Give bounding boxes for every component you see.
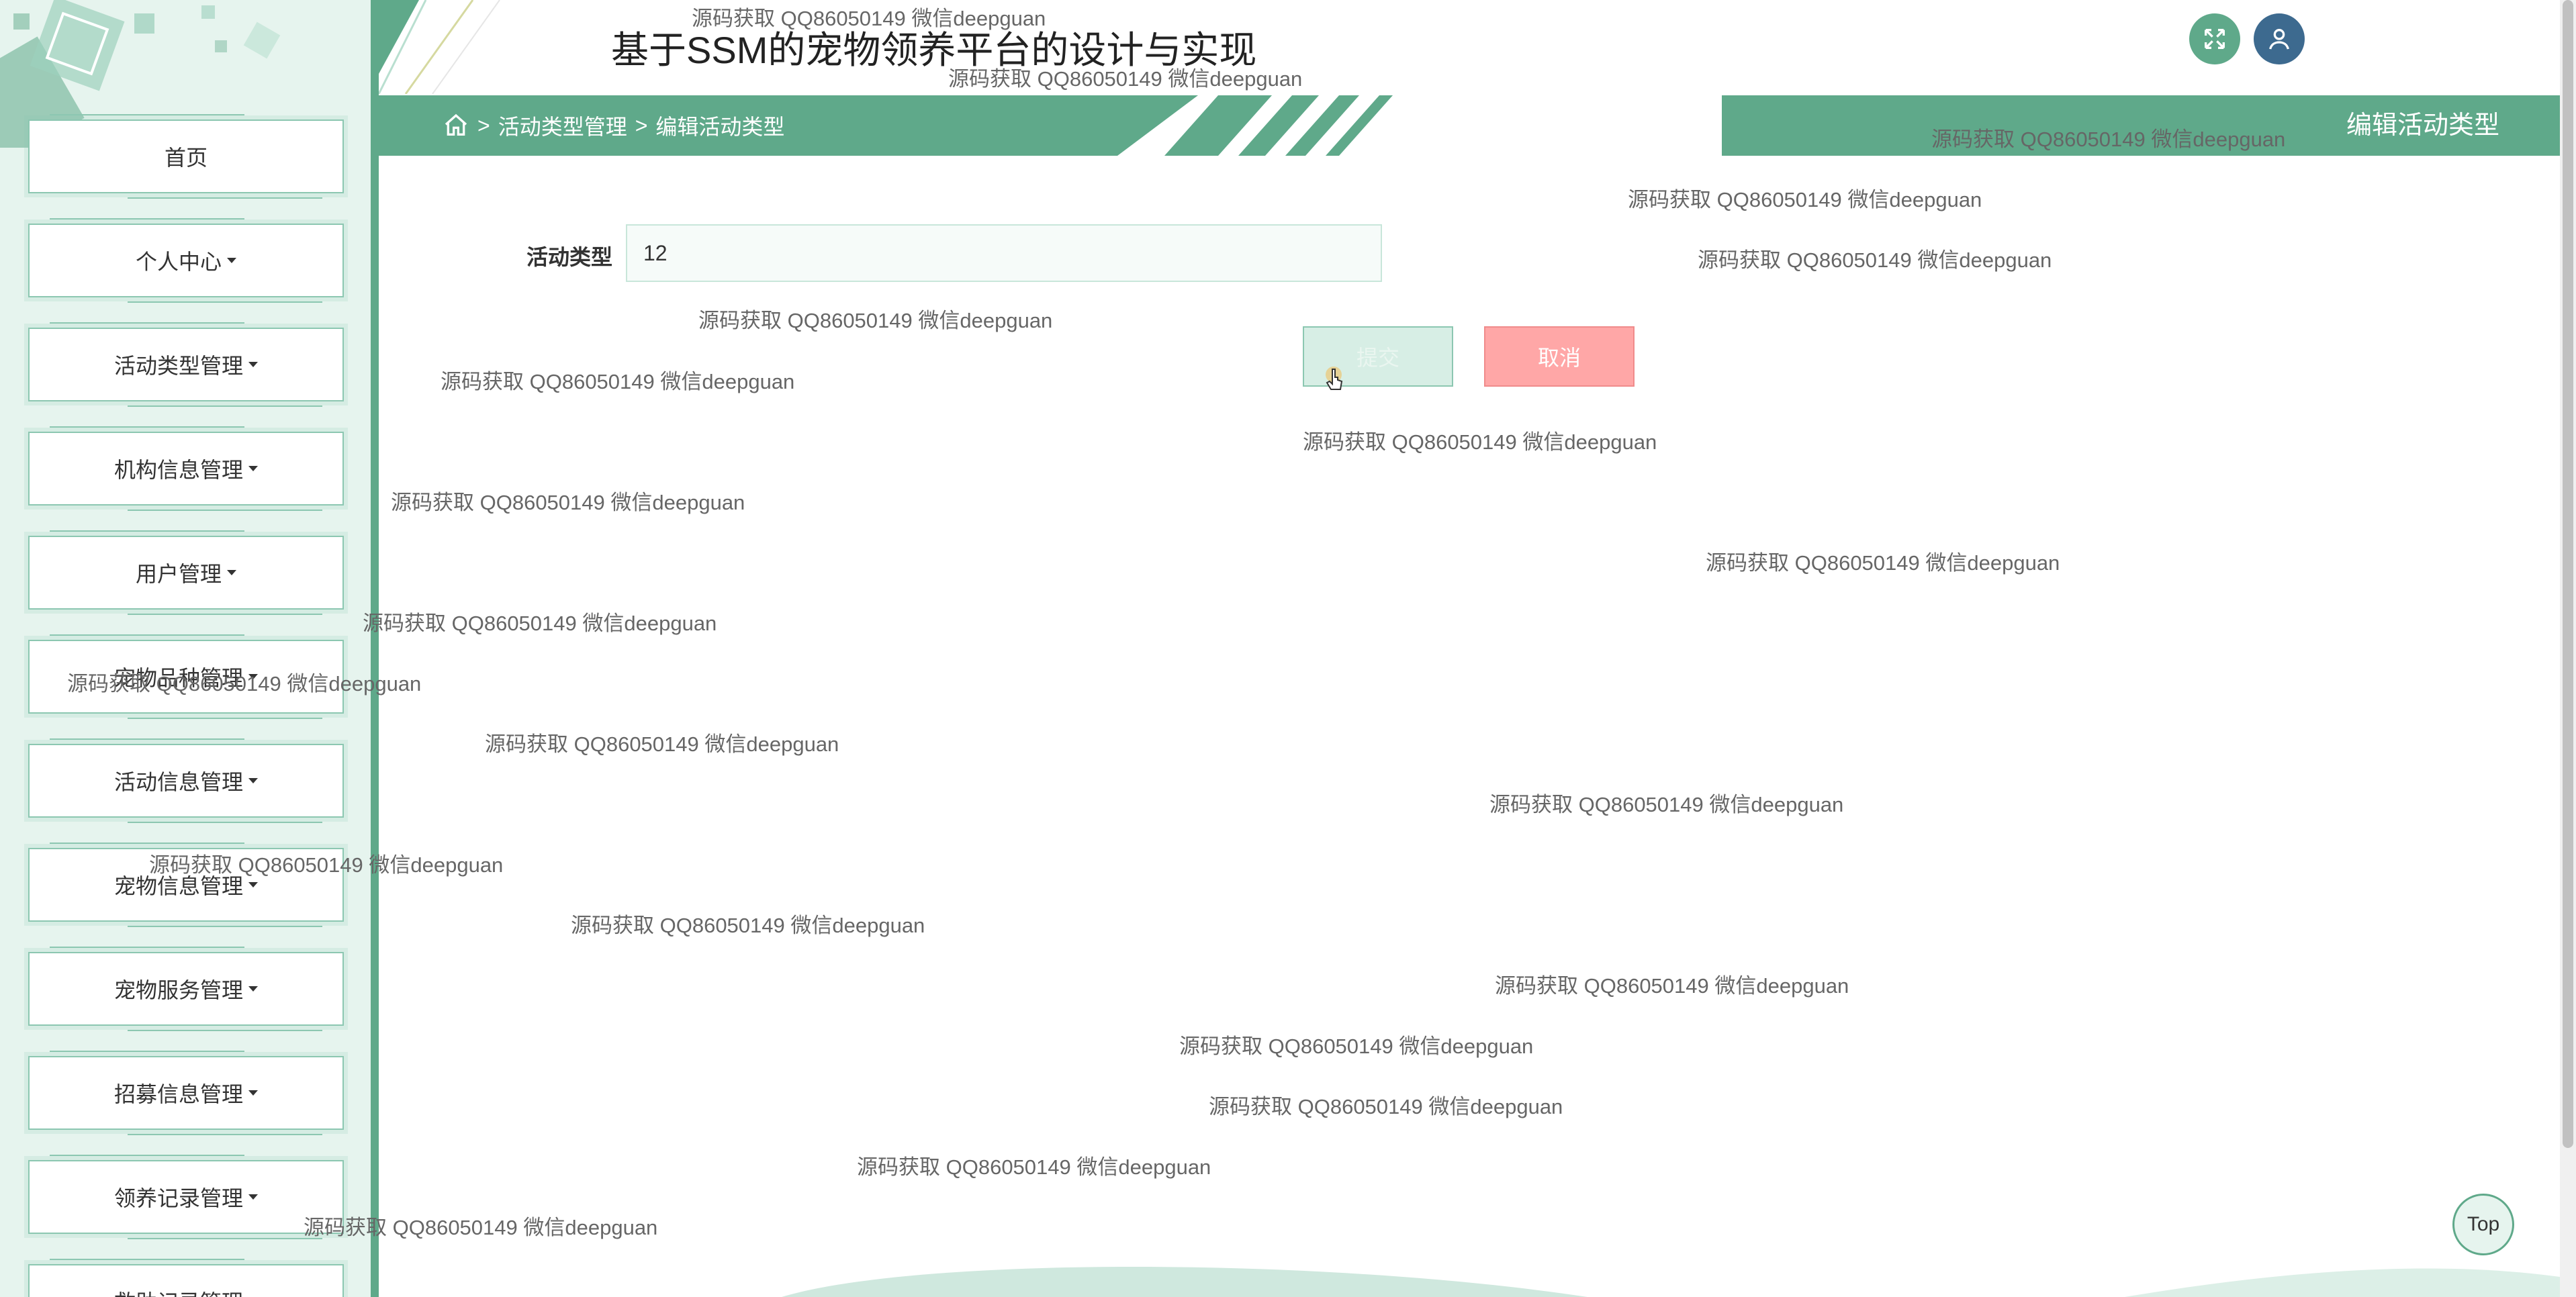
caret-down-icon: [248, 1090, 258, 1096]
breadcrumb: > 活动类型管理 > 编辑活动类型: [443, 95, 784, 156]
sidebar-item-label: 活动类型管理: [113, 354, 243, 378]
watermark-text: 源码获取 QQ86050149 微信deepguan: [1179, 1035, 1534, 1058]
breadcrumb-separator: >: [477, 113, 490, 138]
activity-type-label: 活动类型: [526, 245, 613, 269]
sidebar-item-label: 用户管理: [135, 562, 222, 586]
caret-down-icon: [227, 258, 236, 263]
watermark-text: 源码获取 QQ86050149 微信deepguan: [1628, 188, 1982, 211]
watermark-text: 源码获取 QQ86050149 微信deepguan: [571, 914, 925, 937]
sidebar-item-label: 宠物服务管理: [113, 978, 243, 1002]
breadcrumb-item-activity-type[interactable]: 活动类型管理: [498, 110, 627, 141]
sidebar-item[interactable]: 救助记录管理: [28, 1259, 344, 1297]
breadcrumb-item-edit: 编辑活动类型: [655, 115, 785, 139]
watermark-text: 源码获取 QQ86050149 微信deepguan: [698, 309, 1053, 332]
activity-type-input[interactable]: [626, 224, 1382, 282]
sidebar: 首页 个人中心 活动类型管理 机构信息管理 用户管理 宠物品种管理 活动信息管理 宠物信息管理…: [0, 0, 371, 1297]
back-to-top-button[interactable]: Top: [2452, 1194, 2514, 1255]
user-button[interactable]: [2254, 13, 2305, 64]
watermark-text: 源码获取 QQ86050149 微信deepguan: [1303, 430, 1657, 454]
sidebar-item[interactable]: 机构信息管理: [28, 426, 344, 511]
watermark-text: 源码获取 QQ86050149 微信deepguan: [363, 612, 717, 635]
caret-down-icon: [248, 362, 258, 367]
breadcrumb-decoration: [1117, 95, 1722, 156]
sidebar-item-label: 首页: [164, 146, 208, 170]
watermark-text: 源码获取 QQ86050149 微信deepguan: [1698, 248, 2052, 272]
sidebar-item[interactable]: 活动类型管理: [28, 322, 344, 407]
watermark-text: 源码获取 QQ86050149 微信deepguan: [948, 67, 1303, 91]
sidebar-item[interactable]: 首页: [28, 114, 344, 199]
scrollbar-thumb[interactable]: [2563, 0, 2573, 1148]
fullscreen-button[interactable]: [2189, 13, 2240, 64]
scrollbar[interactable]: [2560, 0, 2576, 1297]
watermark-text: 源码获取 QQ86050149 微信deepguan: [67, 672, 422, 695]
caret-down-icon: [248, 882, 258, 887]
watermark-text: 源码获取 QQ86050149 微信deepguan: [857, 1155, 1211, 1179]
sidebar-item[interactable]: 用户管理: [28, 530, 344, 615]
watermark-text: 源码获取 QQ86050149 微信deepguan: [1489, 793, 1844, 816]
sidebar-item-label: 个人中心: [135, 250, 222, 274]
sidebar-item[interactable]: 个人中心: [28, 218, 344, 303]
caret-down-icon: [227, 570, 236, 575]
sidebar-item-label: 活动信息管理: [113, 770, 243, 794]
header-decoration: [379, 0, 500, 94]
sidebar-item-label: 招募信息管理: [113, 1082, 243, 1106]
sidebar-edge: [371, 0, 379, 1297]
caret-down-icon: [248, 466, 258, 471]
watermark-text: 源码获取 QQ86050149 微信deepguan: [391, 491, 745, 514]
watermark-text: 源码获取 QQ86050149 微信deepguan: [692, 7, 1046, 30]
sidebar-item-label: 机构信息管理: [113, 458, 243, 482]
user-icon: [2269, 29, 2289, 50]
sidebar-item-label: 救助记录管理: [114, 1286, 243, 1297]
watermark-text: 源码获取 QQ86050149 微信deepguan: [304, 1216, 658, 1239]
watermark-text: 源码获取 QQ86050149 微信deepguan: [149, 853, 504, 877]
cursor-icon: [1326, 367, 1343, 390]
watermark-text: 源码获取 QQ86050149 微信deepguan: [1495, 974, 1849, 998]
watermark-text: 源码获取 QQ86050149 微信deepguan: [441, 370, 795, 393]
sidebar-item[interactable]: 活动信息管理: [28, 738, 344, 823]
expand-icon: [2205, 29, 2225, 49]
sidebar-item-label: 领养记录管理: [113, 1186, 243, 1210]
watermark-text: 源码获取 QQ86050149 微信deepguan: [1209, 1095, 1563, 1118]
home-icon[interactable]: [443, 112, 469, 139]
watermark-text: 源码获取 QQ86050149 微信deepguan: [485, 732, 839, 756]
watermark-text: 源码获取 QQ86050149 微信deepguan: [1931, 128, 2286, 151]
watermark-text: 源码获取 QQ86050149 微信deepguan: [1706, 551, 2060, 575]
bottom-wave-decoration: [782, 1267, 2560, 1297]
cancel-button[interactable]: 取消: [1484, 326, 1635, 387]
caret-down-icon: [248, 778, 258, 783]
sidebar-item[interactable]: 宠物服务管理: [28, 947, 344, 1031]
page-tag: 编辑活动类型: [2346, 111, 2499, 140]
sidebar-item[interactable]: 招募信息管理: [28, 1051, 344, 1135]
breadcrumb-separator: >: [635, 113, 648, 138]
caret-down-icon: [248, 986, 258, 992]
caret-down-icon: [248, 1194, 258, 1200]
sidebar-item[interactable]: 领养记录管理: [28, 1155, 344, 1239]
